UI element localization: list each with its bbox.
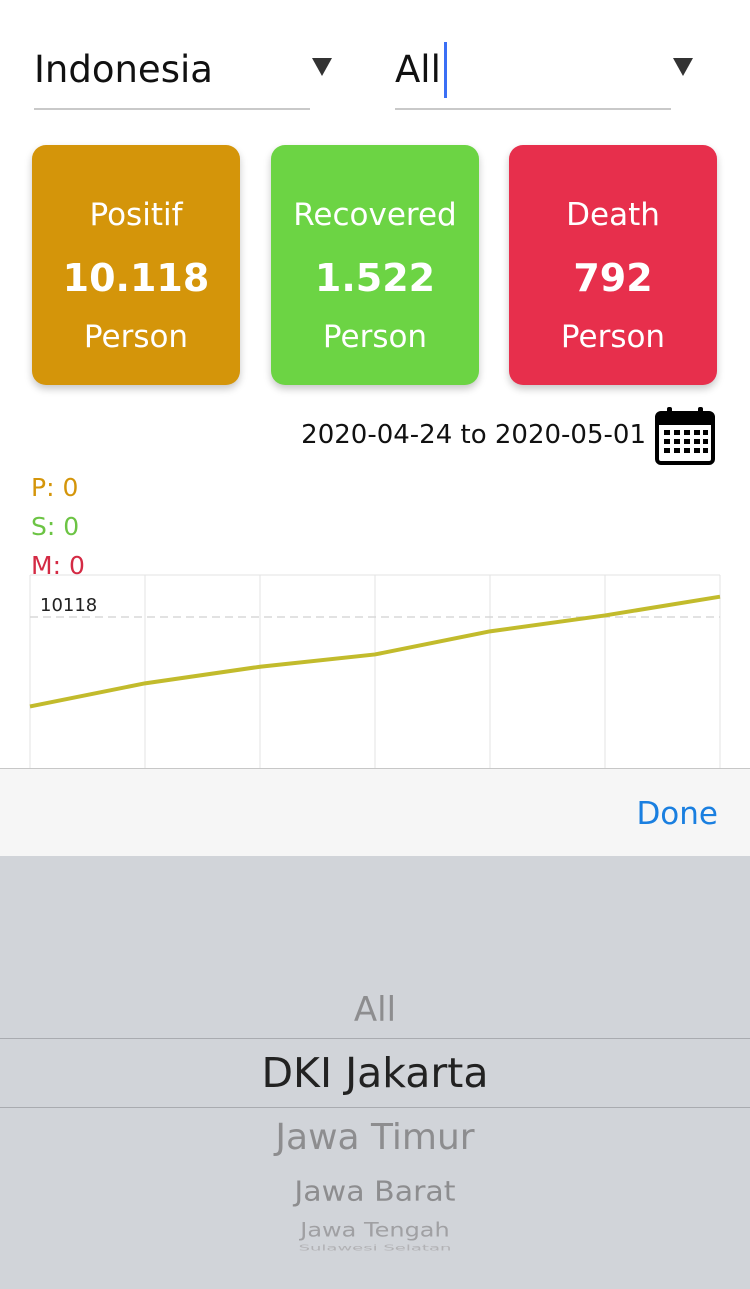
picker-option-dki-jakarta[interactable]: DKI Jakarta <box>0 1048 750 1098</box>
country-select[interactable]: Indonesia <box>34 40 332 110</box>
date-range-label: 2020-04-24 to 2020-05-01 <box>301 420 646 450</box>
done-button[interactable]: Done <box>636 795 718 833</box>
legend-positif: P: 0 <box>31 473 79 502</box>
picker-option-sulawesi-selatan[interactable]: Sulawesi Selatan <box>0 1244 750 1252</box>
picker-option-jawa-tengah[interactable]: Jawa Tengah <box>0 1219 750 1241</box>
reference-line-label: 10118 <box>40 595 97 616</box>
positif-value: 10.118 <box>62 256 210 300</box>
death-value: 792 <box>573 256 653 300</box>
death-unit: Person <box>560 319 666 355</box>
country-dropdown-arrow-icon[interactable] <box>312 58 332 76</box>
recovered-label: Recovered <box>293 197 457 233</box>
recovered-value: 1.522 <box>314 256 436 300</box>
death-card: Death 792 Person <box>509 145 717 385</box>
recovered-card: Recovered 1.522 Person <box>271 145 479 385</box>
region-select[interactable]: All <box>395 40 693 110</box>
cases-line-chart: 10118 <box>29 574 721 770</box>
death-label: Death <box>566 197 660 233</box>
picker-option-jawa-timur[interactable]: Jawa Timur <box>0 1116 750 1160</box>
picker-option-jawa-barat[interactable]: Jawa Barat <box>0 1175 750 1208</box>
legend-recovered: S: 0 <box>31 512 80 541</box>
picker-option-all[interactable]: All <box>0 990 750 1030</box>
positif-card: Positif 10.118 Person <box>32 145 240 385</box>
text-cursor <box>444 42 447 98</box>
positif-label: Positif <box>89 197 183 233</box>
calendar-icon[interactable] <box>655 405 715 465</box>
region-dropdown-arrow-icon[interactable] <box>673 58 693 76</box>
country-value: Indonesia <box>34 48 213 91</box>
region-value: All <box>395 48 441 91</box>
positif-unit: Person <box>83 319 189 355</box>
recovered-unit: Person <box>322 319 428 355</box>
region-picker-wheel[interactable]: All DKI Jakarta Jawa Timur Jawa Barat Ja… <box>0 856 750 1289</box>
picker-toolbar: Done <box>0 768 750 857</box>
